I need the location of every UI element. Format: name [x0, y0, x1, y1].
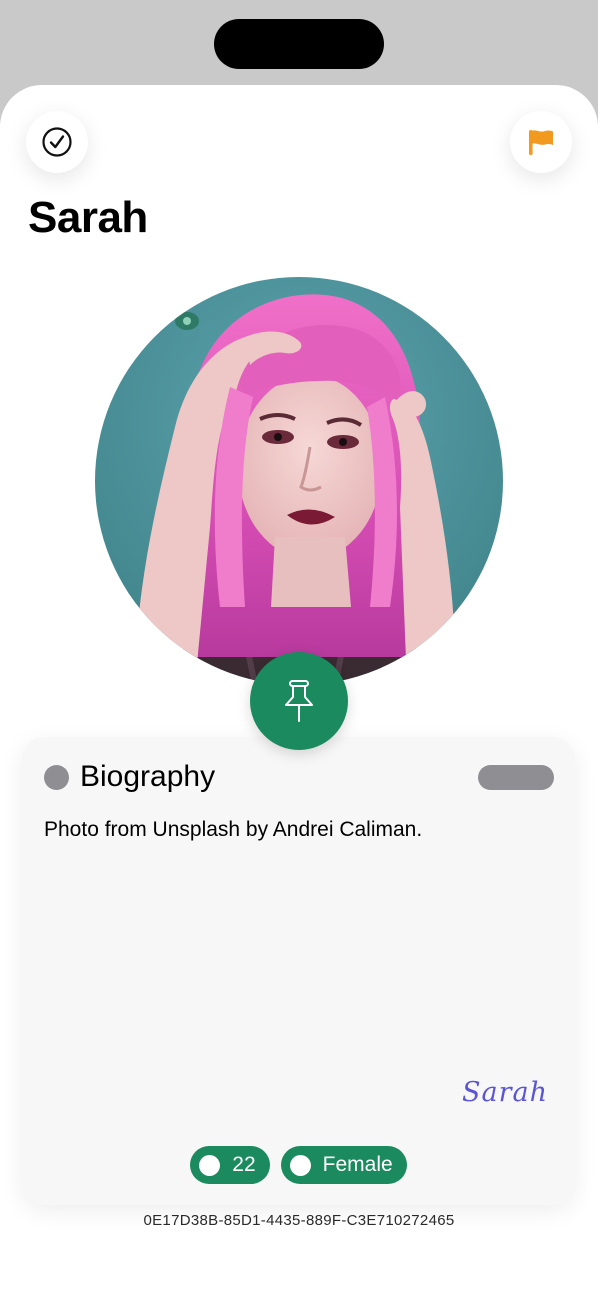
- tag-dot: [289, 1154, 311, 1176]
- gender-tag: Female: [280, 1146, 407, 1184]
- flag-icon: [529, 130, 553, 155]
- record-id: 0E17D38B-85D1-4435-889F-C3E710272465: [143, 1212, 455, 1229]
- done-button[interactable]: [26, 111, 88, 173]
- tag-label: 22: [232, 1153, 256, 1176]
- card-pill: [478, 765, 554, 790]
- status-dot: [44, 765, 69, 790]
- dynamic-island: [214, 19, 384, 69]
- age-tag: 22: [190, 1146, 270, 1184]
- card-heading: Biography: [80, 760, 216, 793]
- page-title: Sarah: [28, 193, 148, 242]
- pushpin-icon: [285, 680, 313, 722]
- biography-card: Biography Photo from Unsplash by Andrei …: [22, 737, 575, 1205]
- tag-list: 22 Female: [22, 1146, 575, 1184]
- profile-photo: [95, 277, 503, 685]
- checkmark-circle-icon: [42, 127, 72, 157]
- profile-sheet: Sarah Biography Photo from Unsplash by A…: [0, 85, 598, 1300]
- pin-button[interactable]: [250, 652, 348, 750]
- tag-dot: [199, 1154, 221, 1176]
- signature: Sarah: [462, 1077, 548, 1108]
- flag-button[interactable]: [510, 111, 572, 173]
- biography-text: Photo from Unsplash by Andrei Caliman.: [44, 818, 423, 841]
- tag-label: Female: [322, 1153, 393, 1176]
